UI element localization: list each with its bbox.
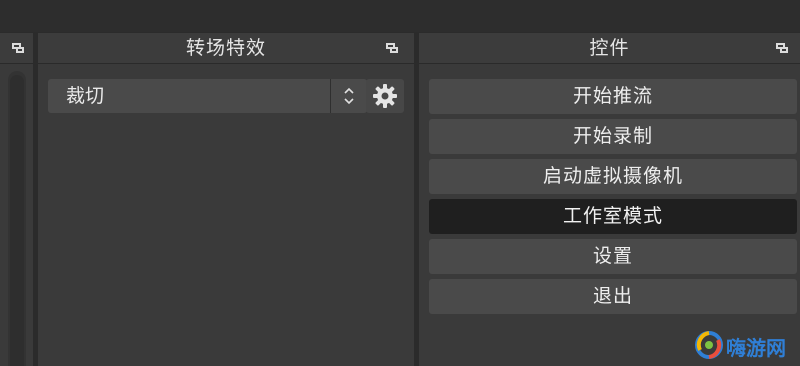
obs-window: 转场特效 裁切 控件 开始推流 开始录制 启动虚拟摄像机 工作室模式 设置 退出… [0, 0, 800, 366]
left-dock-header [0, 33, 33, 64]
float-dock-icon[interactable] [386, 43, 398, 53]
transitions-dock: 转场特效 裁切 [38, 33, 414, 366]
controls-dock: 控件 开始推流 开始录制 启动虚拟摄像机 工作室模式 设置 退出 [419, 33, 800, 366]
float-dock-icon[interactable] [776, 43, 788, 53]
watermark: 嗨游网 [694, 330, 794, 362]
transitions-dock-header: 转场特效 [38, 33, 414, 64]
float-dock-icon[interactable] [12, 43, 24, 53]
left-dock [0, 33, 33, 366]
transition-properties-button[interactable] [366, 79, 404, 113]
watermark-text: 嗨游网 [726, 336, 786, 360]
start-recording-button[interactable]: 开始录制 [429, 119, 797, 154]
settings-button[interactable]: 设置 [429, 239, 797, 274]
transitions-dock-title: 转场特效 [185, 37, 266, 59]
studio-mode-button[interactable]: 工作室模式 [429, 199, 797, 234]
controls-dock-title: 控件 [589, 37, 630, 59]
start-streaming-button[interactable]: 开始推流 [429, 79, 797, 114]
transition-select-value: 裁切 [66, 85, 105, 107]
start-virtual-camera-button[interactable]: 启动虚拟摄像机 [429, 159, 797, 194]
controls-dock-header: 控件 [419, 33, 800, 64]
scrollbar-thumb[interactable] [10, 75, 24, 366]
gear-icon [373, 84, 397, 108]
chevron-up-down-icon[interactable] [331, 79, 367, 113]
watermark-logo-icon [695, 331, 723, 359]
transition-select[interactable]: 裁切 [48, 79, 367, 113]
top-bar [0, 0, 800, 32]
vertical-scrollbar[interactable] [8, 71, 26, 366]
exit-button[interactable]: 退出 [429, 279, 797, 314]
